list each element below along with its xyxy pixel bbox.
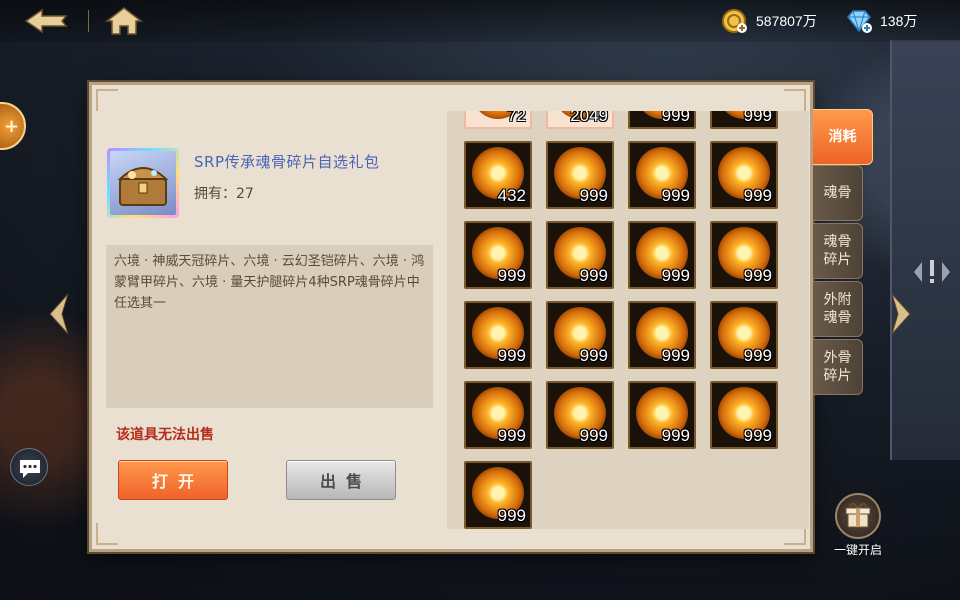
item-thumbnail <box>107 148 179 218</box>
item-description: 六境 · 神威天冠碎片、六境 · 云幻圣铠碎片、六境 · 鸿蒙臂甲碎片、六境 ·… <box>114 254 425 311</box>
item-quantity: 999 <box>661 346 690 365</box>
item-quantity: 999 <box>661 426 690 445</box>
tab-4[interactable]: 外骨 碎片 <box>813 339 863 395</box>
inventory-slot[interactable]: 999 <box>628 111 696 129</box>
item-quantity: 999 <box>497 506 526 525</box>
tab-2[interactable]: 魂骨 碎片 <box>813 223 863 279</box>
item-quantity: 999 <box>743 346 772 365</box>
inventory-grid[interactable]: 72 2049 999 999 432 999 999 999 999 999 999 999 999 9… <box>447 111 809 529</box>
item-quantity: 999 <box>579 426 608 445</box>
top-divider <box>88 10 89 32</box>
inventory-slot[interactable]: 999 <box>710 111 778 129</box>
panel-corner <box>96 89 118 111</box>
gold-resource[interactable]: 587807万 <box>722 8 817 34</box>
treasure-chest-icon <box>110 151 176 215</box>
inventory-slot[interactable]: 999 <box>710 221 778 289</box>
background-tower <box>890 40 960 460</box>
item-quantity: 999 <box>579 186 608 205</box>
inventory-slot[interactable]: 999 <box>546 141 614 209</box>
one-click-open-label: 一键开启 <box>833 543 882 557</box>
item-quantity: 999 <box>743 111 772 125</box>
diamond-resource[interactable]: 138万 <box>846 8 917 34</box>
item-quantity: 999 <box>497 266 526 285</box>
gold-coin-plus-icon <box>722 9 747 33</box>
item-quantity: 999 <box>743 186 772 205</box>
panel-corner <box>96 523 118 545</box>
tab-1[interactable]: 魂骨 <box>813 165 863 221</box>
item-owned-count: 拥有：27 <box>194 186 254 202</box>
plus-icon: + <box>4 116 20 137</box>
item-quantity: 999 <box>579 266 608 285</box>
item-quantity: 999 <box>743 426 772 445</box>
item-quantity: 999 <box>661 266 690 285</box>
sell-button[interactable]: 出售 <box>286 460 396 500</box>
inventory-slot[interactable]: 999 <box>628 381 696 449</box>
one-click-open-button[interactable]: 一键开启 <box>826 493 890 557</box>
panel-corner <box>784 89 806 111</box>
diamond-value: 138万 <box>880 13 918 29</box>
item-quantity: 2049 <box>570 111 608 125</box>
gold-value: 587807万 <box>756 13 817 29</box>
diamond-plus-icon <box>847 10 872 33</box>
tab-0[interactable]: 消耗 <box>813 109 873 165</box>
inventory-slot[interactable]: 999 <box>464 221 532 289</box>
inventory-slot[interactable]: 999 <box>710 381 778 449</box>
chat-icon[interactable] <box>10 448 48 486</box>
inventory-slot[interactable]: 999 <box>546 381 614 449</box>
home-icon[interactable] <box>104 5 144 37</box>
item-quantity: 999 <box>661 186 690 205</box>
inventory-slot[interactable]: 999 <box>628 221 696 289</box>
item-quantity: 999 <box>497 426 526 445</box>
prev-arrow-icon[interactable] <box>44 292 72 336</box>
inventory-slot[interactable]: 2049 <box>546 111 614 129</box>
inventory-slot[interactable]: 999 <box>710 301 778 369</box>
inventory-slot[interactable]: 432 <box>464 141 532 209</box>
item-description-box: 六境 · 神威天冠碎片、六境 · 云幻圣铠碎片、六境 · 鸿蒙臂甲碎片、六境 ·… <box>106 245 433 408</box>
inventory-slot[interactable]: 72 <box>464 111 532 129</box>
inventory-slot[interactable]: 999 <box>710 141 778 209</box>
inventory-slot[interactable]: 999 <box>546 221 614 289</box>
inventory-slot[interactable]: 999 <box>546 301 614 369</box>
tab-3[interactable]: 外附 魂骨 <box>813 281 863 337</box>
inventory-slot[interactable]: 999 <box>628 141 696 209</box>
open-button[interactable]: 打开 <box>118 460 228 500</box>
item-quantity: 999 <box>579 346 608 365</box>
back-icon[interactable] <box>22 6 74 36</box>
inventory-slot[interactable]: 999 <box>628 301 696 369</box>
item-quantity: 999 <box>497 346 526 365</box>
inventory-slot[interactable]: 999 <box>464 381 532 449</box>
cannot-sell-notice: 该道具无法出售 <box>116 427 214 443</box>
top-bar: 587807万 138万 <box>0 0 960 42</box>
next-arrow-icon[interactable] <box>888 292 916 336</box>
item-quantity: 999 <box>661 111 690 125</box>
alert-icon[interactable] <box>912 256 952 288</box>
item-quantity: 999 <box>743 266 772 285</box>
item-quantity: 432 <box>497 186 526 205</box>
item-name: SRP传承魂骨碎片自选礼包 <box>194 153 380 171</box>
inventory-slot[interactable]: 999 <box>464 301 532 369</box>
inventory-slot[interactable]: 999 <box>464 461 532 529</box>
item-quantity: 72 <box>507 111 526 125</box>
gift-box-icon <box>835 493 881 539</box>
item-detail-panel: SRP传承魂骨碎片自选礼包 拥有：27 六境 · 神威天冠碎片、六境 · 云幻圣… <box>89 82 813 552</box>
